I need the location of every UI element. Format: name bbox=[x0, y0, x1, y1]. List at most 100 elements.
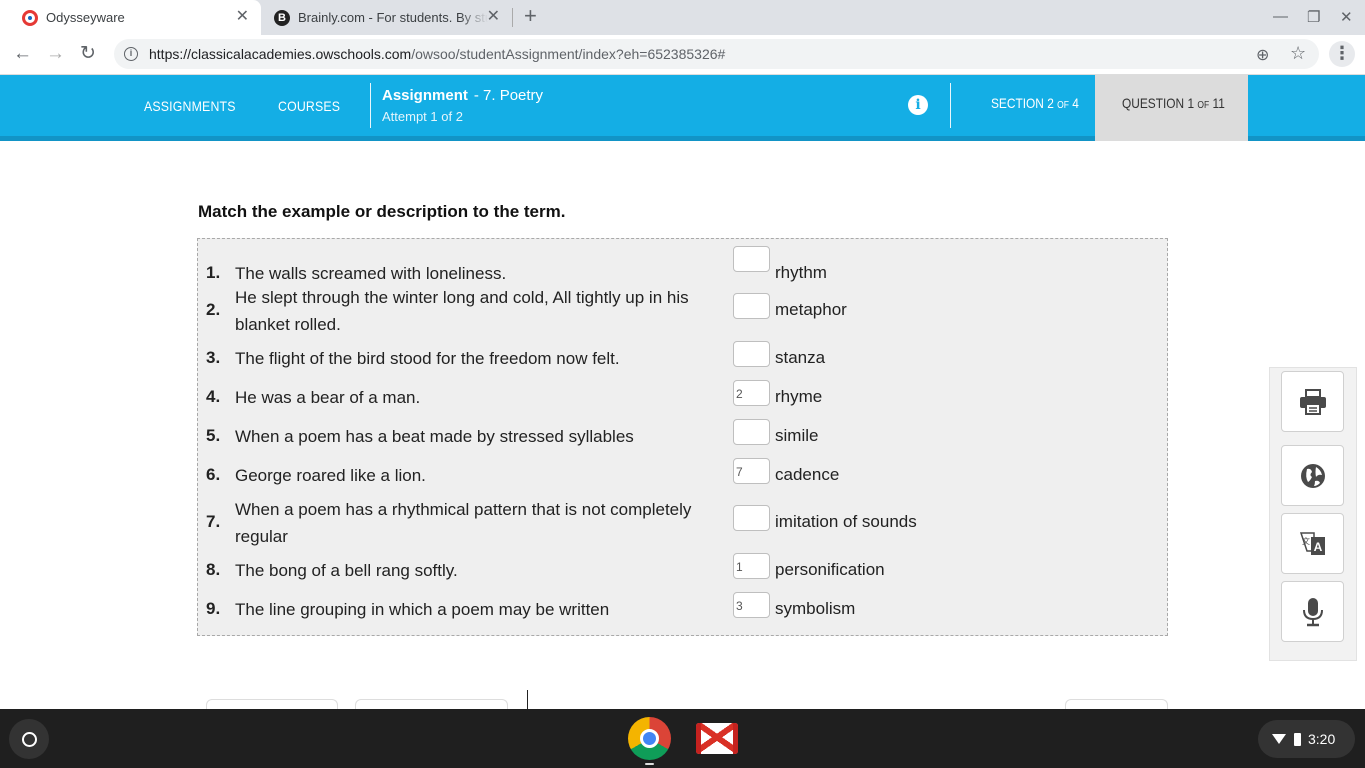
browser-menu-icon[interactable]: ⋮ bbox=[1329, 41, 1355, 67]
address-bar[interactable]: i https://classicalacademies.owschools.c… bbox=[114, 39, 1319, 69]
row-number: 9. bbox=[206, 599, 221, 618]
forward-icon[interactable]: → bbox=[46, 43, 65, 65]
answer-input[interactable] bbox=[733, 380, 770, 406]
answer-input[interactable] bbox=[733, 246, 770, 272]
tab-separator bbox=[512, 8, 513, 27]
clock: 3:20 bbox=[1308, 731, 1336, 747]
brainly-favicon-icon: B bbox=[274, 9, 290, 26]
row-number: 4. bbox=[206, 387, 221, 406]
text-cursor bbox=[527, 690, 528, 710]
section-prefix: SECTION 2 bbox=[991, 95, 1054, 111]
answer-input[interactable] bbox=[733, 341, 770, 367]
bookmark-star-icon[interactable]: ☆ bbox=[1290, 43, 1306, 64]
answer-input[interactable] bbox=[733, 505, 770, 531]
row-example: He slept through the winter long and col… bbox=[235, 288, 689, 334]
browser-toolbar: ← → ↻ i https://classicalacademies.owsch… bbox=[0, 35, 1365, 75]
tab-title: Brainly.com - For students. By students. bbox=[298, 10, 488, 25]
nav-assignments[interactable]: ASSIGNMENTS bbox=[144, 98, 236, 114]
question-indicator: QUESTION 1 OF 11 bbox=[1122, 95, 1225, 111]
attempt-count: Attempt 1 of 2 bbox=[382, 109, 463, 124]
info-icon[interactable]: i bbox=[908, 95, 928, 115]
os-shelf: 3:20 bbox=[0, 709, 1365, 768]
row-example: George roared like a lion. bbox=[235, 466, 426, 485]
reload-icon[interactable]: ↻ bbox=[80, 43, 96, 65]
globe-icon bbox=[1300, 463, 1325, 488]
row-number: 3. bbox=[206, 348, 221, 367]
row-example: The line grouping in which a poem may be… bbox=[235, 600, 610, 619]
row-example: The walls screamed with loneliness. bbox=[235, 264, 507, 283]
svg-text:文: 文 bbox=[1302, 536, 1310, 546]
row-term: cadence bbox=[775, 465, 840, 484]
question-indicator-box[interactable]: QUESTION 1 OF 11 bbox=[1095, 75, 1248, 141]
translate-button[interactable]: A文 bbox=[1281, 513, 1344, 574]
tab-title: Odysseyware bbox=[46, 10, 125, 25]
row-example: When a poem has a beat made by stressed … bbox=[235, 427, 634, 446]
site-info-icon[interactable]: i bbox=[124, 47, 138, 61]
row-term: rhyme bbox=[775, 387, 823, 406]
minimize-icon[interactable]: — bbox=[1273, 8, 1288, 25]
row-term: symbolism bbox=[775, 599, 856, 618]
microphone-button[interactable] bbox=[1281, 581, 1344, 642]
row-term: rhythm bbox=[775, 263, 827, 282]
url-host: https://classicalacademies.owschools.com bbox=[149, 46, 412, 62]
tab-brainly[interactable]: B Brainly.com - For students. By student… bbox=[262, 0, 512, 35]
answer-input[interactable] bbox=[733, 419, 770, 445]
section-indicator[interactable]: SECTION 2 OF 4 bbox=[991, 95, 1079, 111]
nav-courses[interactable]: COURSES bbox=[278, 98, 340, 114]
section-total: 4 bbox=[1072, 95, 1079, 111]
row-example: The flight of the bird stood for the fre… bbox=[235, 349, 620, 368]
printer-icon bbox=[1299, 388, 1326, 415]
globe-button[interactable] bbox=[1281, 445, 1344, 506]
row-number: 7. bbox=[206, 512, 221, 531]
row-number: 5. bbox=[206, 426, 221, 445]
app-header: ASSIGNMENTS COURSES Assignment - 7. Poetr… bbox=[0, 75, 1365, 141]
matching-area: 1. The walls screamed with loneliness. r… bbox=[197, 238, 1168, 636]
row-term: stanza bbox=[775, 348, 826, 367]
row-number: 8. bbox=[206, 560, 221, 579]
answer-input[interactable] bbox=[733, 592, 770, 618]
restore-icon[interactable]: ❐ bbox=[1307, 8, 1320, 26]
url-text[interactable]: https://classicalacademies.owschools.com… bbox=[149, 46, 725, 62]
back-icon[interactable]: ← bbox=[13, 43, 32, 65]
wifi-icon bbox=[1272, 734, 1286, 744]
svg-text:A: A bbox=[1313, 540, 1322, 554]
row-term: metaphor bbox=[775, 300, 847, 319]
close-window-icon[interactable]: ✕ bbox=[1340, 8, 1353, 26]
answer-input[interactable] bbox=[733, 458, 770, 484]
answer-input[interactable] bbox=[733, 553, 770, 579]
row-example: The bong of a bell rang softly. bbox=[235, 561, 458, 580]
section-of: OF bbox=[1057, 100, 1069, 111]
print-button[interactable] bbox=[1281, 371, 1344, 432]
row-number: 6. bbox=[206, 465, 221, 484]
battery-icon bbox=[1294, 732, 1301, 746]
header-divider bbox=[950, 83, 951, 128]
header-divider bbox=[370, 83, 371, 128]
launcher-circle-icon bbox=[21, 731, 37, 747]
system-tray[interactable]: 3:20 bbox=[1258, 720, 1355, 758]
question-prefix: QUESTION 1 bbox=[1122, 95, 1195, 111]
chrome-icon[interactable] bbox=[628, 717, 671, 760]
answer-input[interactable] bbox=[733, 293, 770, 319]
new-tab-icon[interactable]: + bbox=[524, 5, 537, 27]
row-example: When a poem has a rhythmical pattern tha… bbox=[235, 500, 692, 546]
row-term: imitation of sounds bbox=[775, 512, 917, 531]
close-tab-icon[interactable]: ✕ bbox=[487, 9, 500, 25]
translate-icon: A文 bbox=[1299, 531, 1325, 555]
tools-panel: A文 bbox=[1269, 367, 1357, 661]
launcher-button[interactable] bbox=[9, 719, 49, 759]
question-prompt: Match the example or description to the … bbox=[198, 202, 566, 221]
odysseyware-favicon-icon bbox=[22, 9, 38, 26]
assignment-title: Assignment - 7. Poetry bbox=[382, 87, 543, 104]
tab-odysseyware[interactable]: Odysseyware ✕ bbox=[0, 0, 261, 35]
row-number: 2. bbox=[206, 300, 221, 319]
microphone-icon bbox=[1302, 597, 1323, 626]
row-number: 1. bbox=[206, 263, 221, 282]
question-total: 11 bbox=[1212, 95, 1225, 111]
question-of: OF bbox=[1197, 100, 1210, 111]
row-example: He was a bear of a man. bbox=[235, 388, 421, 407]
zoom-icon[interactable]: ⊕ bbox=[1256, 45, 1269, 65]
url-path: /owsoo/studentAssignment/index?eh=652385… bbox=[411, 46, 726, 62]
gmail-icon[interactable] bbox=[696, 723, 738, 754]
row-term: simile bbox=[775, 426, 819, 445]
close-tab-icon[interactable]: ✕ bbox=[236, 9, 249, 25]
